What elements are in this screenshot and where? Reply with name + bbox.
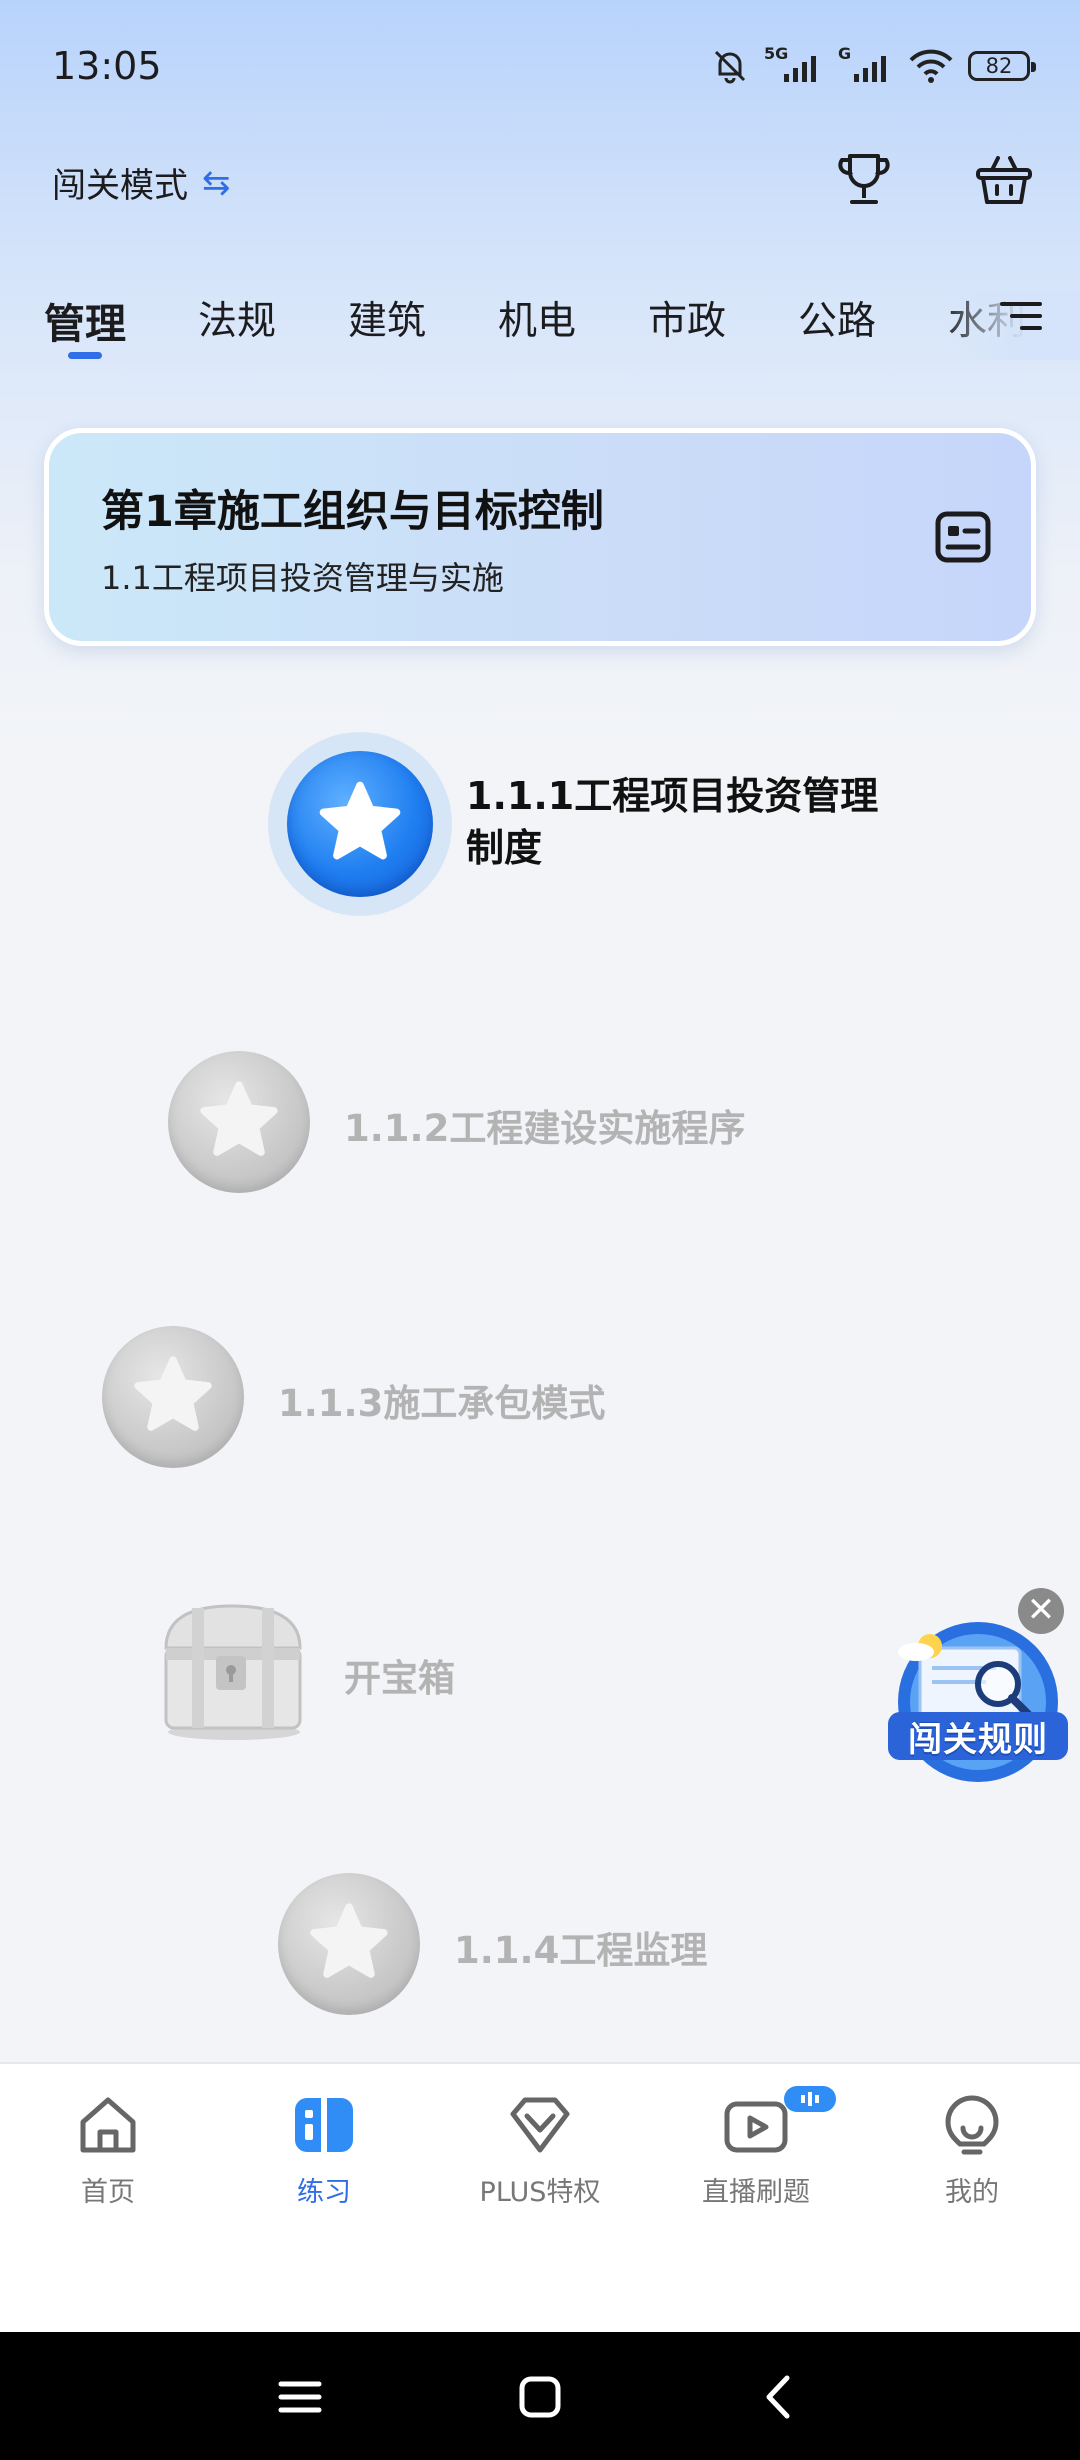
mute-bell-icon	[714, 50, 746, 84]
swap-icon: ⇆	[202, 162, 231, 203]
level-node-2[interactable]	[168, 1051, 310, 1193]
nav-profile[interactable]: 我的	[882, 2092, 1062, 2209]
nav-home[interactable]: 首页	[18, 2092, 198, 2209]
treasure-chest-icon[interactable]	[154, 1596, 310, 1742]
bottom-nav: 首页 练习 PLUS特权 直播刷题 我的	[0, 2062, 1080, 2334]
chapter-title: 第1章施工组织与目标控制	[101, 487, 604, 537]
battery-icon: 82	[968, 51, 1036, 81]
star-icon	[134, 1356, 212, 1431]
status-bar: 13:05 5G G 82	[0, 0, 1080, 140]
nav-practice-label: 练习	[297, 2177, 351, 2208]
level-node-1-label[interactable]: 1.1.1工程项目投资管理制度	[466, 770, 886, 874]
level-node-4-label[interactable]: 1.1.4工程监理	[454, 1920, 707, 1974]
level-node-4[interactable]	[278, 1873, 420, 2015]
signal-5g-icon: 5G	[764, 44, 824, 86]
mode-switcher[interactable]: 闯关模式 ⇆	[52, 158, 231, 207]
close-icon[interactable]: ✕	[1018, 1588, 1064, 1634]
basket-icon[interactable]	[974, 148, 1034, 212]
level-node-3-label[interactable]: 1.1.3施工承包模式	[278, 1373, 605, 1427]
mode-label: 闯关模式	[52, 166, 188, 206]
nav-profile-label: 我的	[945, 2177, 999, 2208]
home-icon	[80, 2097, 136, 2153]
tab-highway[interactable]: 公路	[798, 290, 876, 346]
nav-practice[interactable]: 练习	[234, 2092, 414, 2209]
trophy-icon[interactable]	[834, 148, 894, 212]
practice-icon	[295, 2098, 353, 2152]
nav-home-label: 首页	[81, 2177, 135, 2208]
chapter-list-icon[interactable]	[935, 511, 991, 563]
active-tab-indicator	[68, 352, 102, 359]
rules-badge-label: 闯关规则	[908, 1720, 1048, 1760]
status-icons: 5G G 82	[710, 44, 1036, 88]
chapter-card[interactable]: 第1章施工组织与目标控制 1.1工程项目投资管理与实施	[44, 428, 1036, 646]
status-time: 13:05	[52, 44, 162, 88]
signal-g-icon: G	[838, 44, 894, 86]
system-nav-bar	[0, 2332, 1080, 2460]
live-icon	[724, 2101, 788, 2153]
wifi-icon	[909, 49, 953, 83]
tab-electromechanical[interactable]: 机电	[498, 290, 576, 346]
category-tabs: 管理 法规 建筑 机电 市政 公路 水利	[0, 290, 1080, 370]
profile-icon	[945, 2095, 999, 2155]
star-icon	[319, 781, 401, 860]
level-node-1[interactable]	[287, 751, 433, 897]
menu-icon[interactable]	[275, 2372, 325, 2422]
back-icon[interactable]	[755, 2372, 805, 2422]
nav-live-label: 直播刷题	[702, 2177, 810, 2208]
home-square-icon[interactable]	[515, 2372, 565, 2422]
tab-menu-icon[interactable]	[1000, 298, 1042, 338]
level-node-2-label[interactable]: 1.1.2工程建设实施程序	[344, 1098, 745, 1152]
treasure-chest-label[interactable]: 开宝箱	[344, 1648, 455, 1702]
nav-live[interactable]: 直播刷题	[666, 2086, 846, 2209]
tab-regulations[interactable]: 法规	[198, 290, 276, 346]
chapter-subtitle: 1.1工程项目投资管理与实施	[101, 559, 504, 597]
nav-plus-label: PLUS特权	[479, 2177, 601, 2208]
level-node-3[interactable]	[102, 1326, 244, 1468]
live-badge	[784, 2086, 836, 2112]
tab-construction[interactable]: 建筑	[348, 290, 426, 346]
diamond-icon	[510, 2097, 570, 2153]
star-icon	[310, 1903, 388, 1978]
nav-plus[interactable]: PLUS特权	[450, 2092, 630, 2209]
tab-municipal[interactable]: 市政	[648, 290, 726, 346]
tab-management[interactable]: 管理	[44, 290, 126, 350]
star-icon	[200, 1081, 278, 1156]
